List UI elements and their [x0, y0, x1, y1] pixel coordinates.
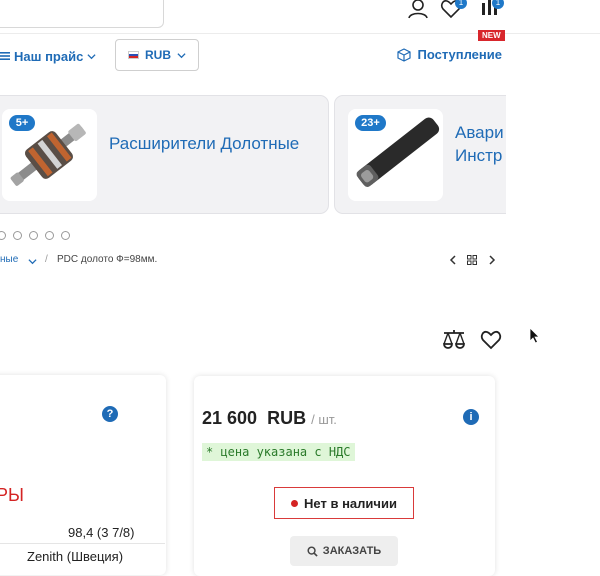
info-icon[interactable]: i: [463, 409, 479, 425]
new-badge: NEW: [478, 30, 505, 41]
chevron-right-icon[interactable]: [487, 255, 497, 265]
category-count-badge: 5+: [9, 115, 35, 131]
user-icon[interactable]: [407, 0, 429, 20]
price-menu-label: Наш прайс: [14, 48, 84, 64]
header-divider: [0, 33, 600, 34]
chevron-down-icon: [177, 52, 186, 58]
carousel-dot[interactable]: [13, 231, 22, 240]
chevron-left-icon[interactable]: [448, 255, 458, 265]
breadcrumb-current: PDC долото Ф=98мм.: [57, 254, 158, 265]
specs-title-fragment: РЫ: [0, 485, 24, 505]
question-icon[interactable]: ?: [102, 406, 118, 422]
price-currency: RUB: [267, 408, 307, 428]
price-amount: 21 600: [202, 408, 258, 428]
favorite-heart-icon[interactable]: [479, 329, 503, 351]
category-title-line1[interactable]: Авари: [455, 122, 504, 143]
stock-dot-icon: [291, 499, 299, 507]
chevron-down-icon: [87, 53, 96, 59]
price-unit: / шт.: [311, 412, 337, 427]
compare-badge: 1: [492, 0, 504, 9]
breadcrumb-separator: /: [45, 254, 48, 265]
specs-panel: [0, 375, 166, 575]
currency-select[interactable]: RUB: [115, 39, 199, 71]
carousel-dot[interactable]: [61, 231, 70, 240]
price-menu[interactable]: Наш прайс: [0, 47, 96, 65]
carousel-clip: [506, 80, 600, 230]
favorites-badge: 1: [455, 0, 467, 9]
price-value: 21 600 RUB / шт.: [202, 408, 337, 429]
breadcrumb: ные: [0, 254, 18, 265]
carousel-dot[interactable]: [29, 231, 38, 240]
stock-status: Нет в наличии: [274, 487, 414, 519]
mouse-cursor-icon: [529, 327, 540, 344]
currency-label: RUB: [145, 48, 171, 62]
category-title-line2[interactable]: Инстр: [455, 145, 502, 166]
search-field[interactable]: [0, 0, 164, 28]
arrivals-label: Поступление: [417, 47, 502, 62]
arrivals-link[interactable]: Поступление: [397, 47, 502, 62]
compare-scales-icon[interactable]: [442, 328, 466, 352]
chevron-down-icon[interactable]: [28, 257, 37, 266]
category-count-badge: 23+: [355, 115, 386, 131]
category-title[interactable]: Расширители Долотные: [109, 133, 299, 154]
breadcrumb-parent[interactable]: ные: [0, 254, 18, 265]
grid-icon[interactable]: [467, 255, 477, 265]
carousel-dot[interactable]: [0, 231, 6, 240]
stock-status-label: Нет в наличии: [304, 495, 397, 511]
carousel-dot[interactable]: [45, 231, 54, 240]
box-icon: [397, 47, 412, 62]
spec-divider: [0, 543, 165, 544]
russia-flag-icon: [128, 51, 139, 59]
menu-icon: [0, 52, 10, 60]
search-icon: [307, 545, 318, 557]
vat-note: * цена указана с НДС: [202, 443, 355, 461]
spec-value-diameter: 98,4 (3 7/8): [68, 525, 135, 540]
order-button-label: ЗАКАЗАТЬ: [322, 545, 382, 557]
